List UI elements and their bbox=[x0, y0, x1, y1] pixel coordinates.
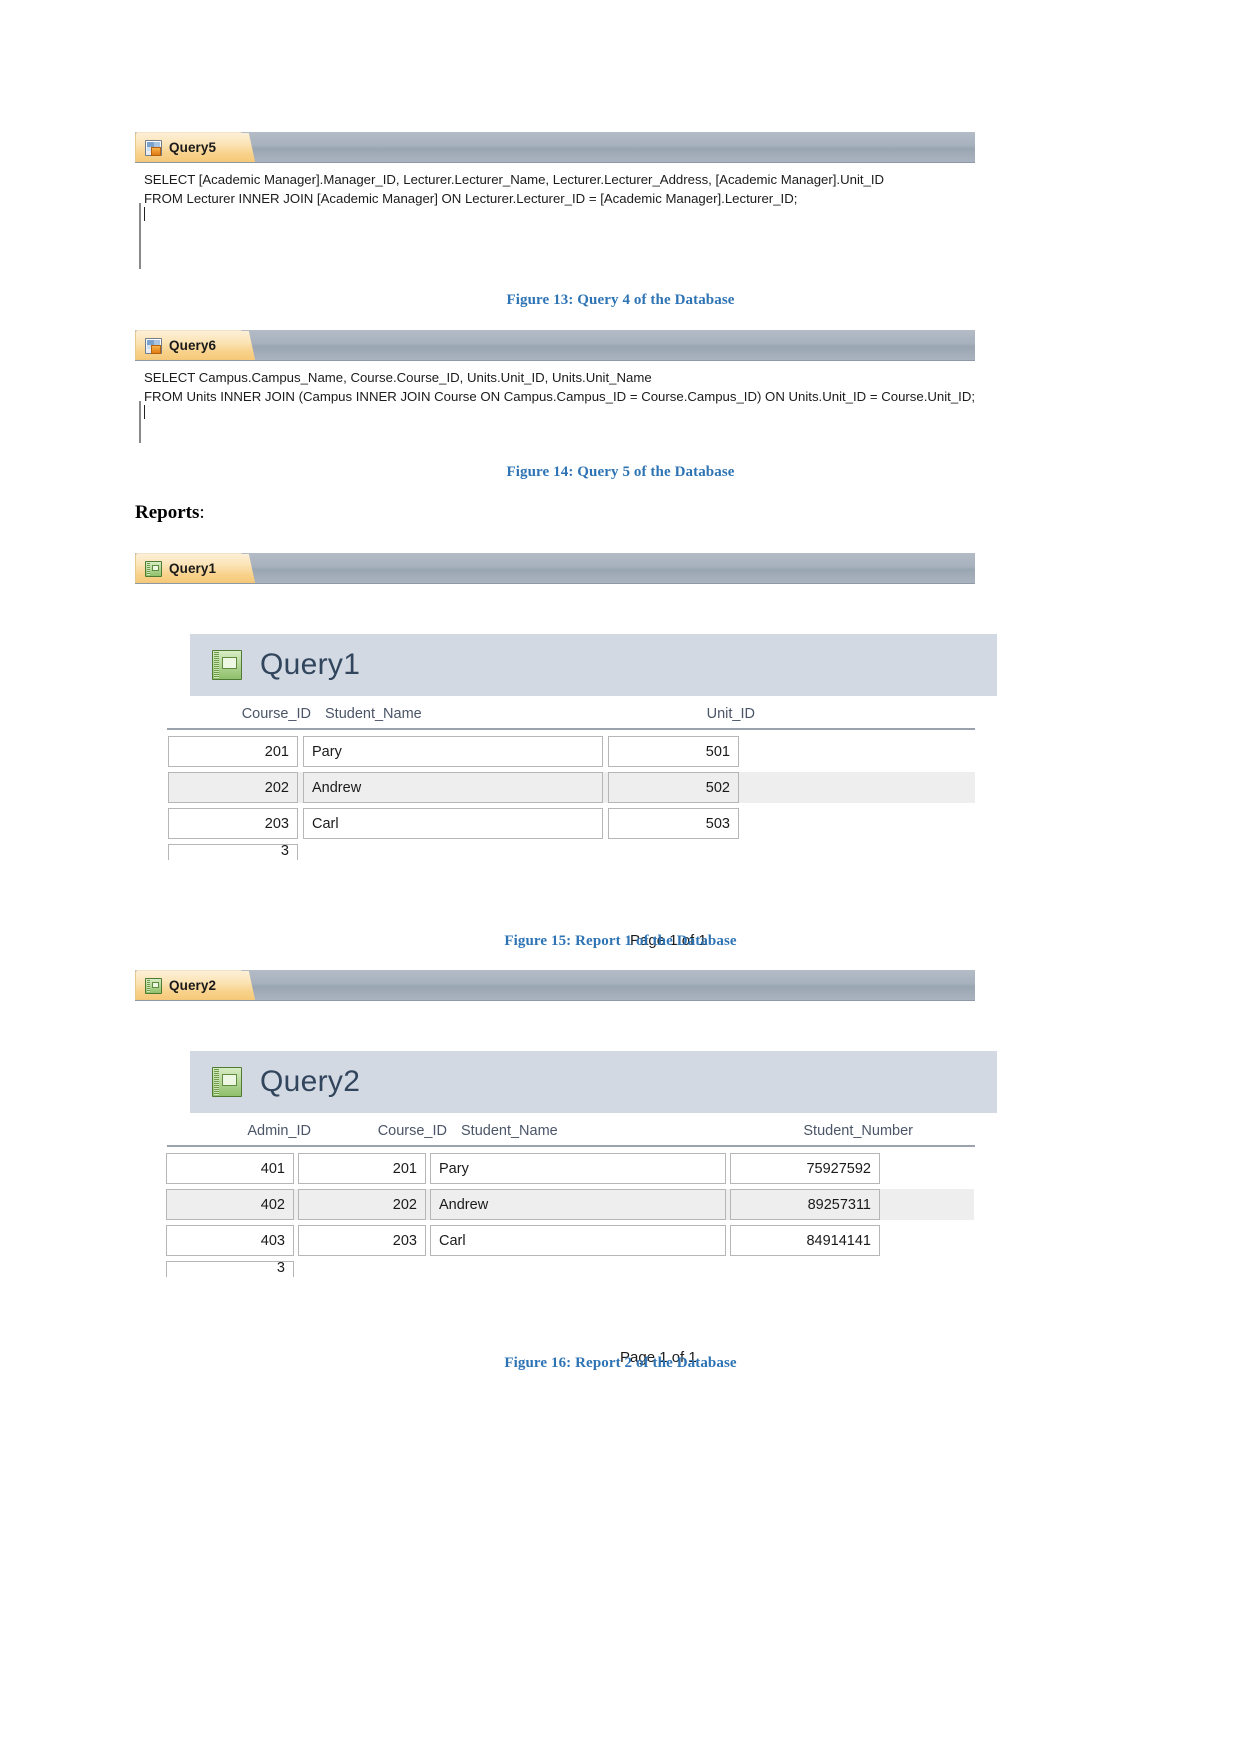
report-canvas-query1: Query1 Course_ID Student_Name Unit_ID 20… bbox=[135, 634, 997, 954]
report-canvas-query2: Query2 Admin_ID Course_ID Student_Name S… bbox=[135, 1051, 997, 1371]
sql-line-2: FROM Lecturer INNER JOIN [Academic Manag… bbox=[144, 191, 798, 206]
report-title-band: Query1 bbox=[190, 634, 997, 696]
figure-caption-16: Figure 16: Report 2 of the Database bbox=[504, 1355, 737, 1371]
report-icon bbox=[212, 650, 242, 680]
cell-student-name: Carl bbox=[430, 1225, 726, 1256]
cell-student-name: Andrew bbox=[303, 772, 603, 803]
sql-caret-line bbox=[135, 208, 975, 227]
figure-caption-15: Figure 15: Report 1 of the Database bbox=[504, 933, 737, 949]
cell-admin-id: 403 bbox=[166, 1225, 294, 1256]
report-title-band: Query2 bbox=[190, 1051, 997, 1113]
tab-query1[interactable]: Query1 bbox=[135, 553, 243, 583]
sql-left-margin-rule bbox=[139, 203, 141, 269]
access-report-window-query1: Query1 Query1 Course_ID Student_Name Uni… bbox=[135, 553, 997, 954]
cell-course-id: 203 bbox=[168, 808, 298, 839]
access-report-window-query2: Query2 Query2 Admin_ID Course_ID Student… bbox=[135, 970, 997, 1371]
query-icon bbox=[145, 337, 162, 354]
table-row[interactable]: 401 201 Pary 75927592 bbox=[166, 1153, 975, 1184]
table-row[interactable]: 403 203 Carl 84914141 bbox=[166, 1225, 975, 1256]
section-heading-colon: : bbox=[199, 502, 205, 523]
column-header-course-id: Course_ID bbox=[241, 706, 311, 722]
query-icon bbox=[145, 139, 162, 156]
tab-query6[interactable]: Query6 bbox=[135, 330, 243, 360]
sql-editor-query5[interactable]: SELECT [Academic Manager].Manager_ID, Le… bbox=[135, 163, 975, 280]
tabstrip-query1: Query1 bbox=[135, 553, 975, 584]
cell-student-number: 75927592 bbox=[730, 1153, 880, 1184]
tab-query2[interactable]: Query2 bbox=[135, 970, 243, 1000]
cell-course-id: 201 bbox=[298, 1153, 426, 1184]
cell-course-id: 201 bbox=[168, 736, 298, 767]
sql-line-2: FROM Units INNER JOIN (Campus INNER JOIN… bbox=[144, 389, 976, 404]
cell-student-name: Pary bbox=[430, 1153, 726, 1184]
cell-student-number: 84914141 bbox=[730, 1225, 880, 1256]
table-row[interactable]: 202 Andrew 502 bbox=[168, 772, 975, 803]
cell-unit-id: 501 bbox=[608, 736, 739, 767]
access-sql-window-query6: Query6 SELECT Campus.Campus_Name, Course… bbox=[135, 330, 975, 453]
table-row-partial[interactable]: 3 bbox=[168, 844, 975, 860]
report-icon bbox=[212, 1067, 242, 1097]
table-row-partial[interactable]: 3 bbox=[166, 1261, 975, 1277]
section-heading-reports: Reports: bbox=[135, 502, 205, 524]
cell-unit-id: 503 bbox=[608, 808, 739, 839]
cell-student-name: Carl bbox=[303, 808, 603, 839]
figure-caption-13: Figure 13: Query 4 of the Database bbox=[506, 292, 735, 308]
report-rows-query2: 401 201 Pary 75927592 402 202 Andrew 892… bbox=[166, 1147, 975, 1277]
column-header-student-name: Student_Name bbox=[325, 706, 422, 722]
cell-student-name: Andrew bbox=[430, 1189, 726, 1220]
tab-label: Query5 bbox=[169, 140, 217, 155]
report-title: Query1 bbox=[260, 648, 361, 681]
report-title: Query2 bbox=[260, 1065, 361, 1098]
report-column-headers: Course_ID Student_Name Unit_ID bbox=[167, 696, 975, 730]
column-header-course-id: Course_ID bbox=[377, 1123, 447, 1139]
sql-caret-line bbox=[135, 406, 975, 425]
sql-line-1: SELECT [Academic Manager].Manager_ID, Le… bbox=[144, 172, 885, 187]
figure-caption-14: Figure 14: Query 5 of the Database bbox=[506, 464, 735, 480]
tabstrip-query5: Query5 bbox=[135, 132, 975, 163]
cell-admin-id: 402 bbox=[166, 1189, 294, 1220]
cell-unit-id: 502 bbox=[608, 772, 739, 803]
tab-label: Query1 bbox=[169, 561, 217, 576]
sql-left-margin-rule bbox=[139, 401, 141, 443]
column-header-admin-id: Admin_ID bbox=[247, 1123, 311, 1139]
access-sql-window-query5: Query5 SELECT [Academic Manager].Manager… bbox=[135, 132, 975, 280]
section-heading-text: Reports bbox=[135, 502, 200, 523]
document-page: Query5 SELECT [Academic Manager].Manager… bbox=[0, 0, 1241, 1754]
tabstrip-query6: Query6 bbox=[135, 330, 975, 361]
cell-course-id: 202 bbox=[298, 1189, 426, 1220]
sql-editor-query6[interactable]: SELECT Campus.Campus_Name, Course.Course… bbox=[135, 361, 975, 453]
column-header-unit-id: Unit_ID bbox=[706, 706, 755, 722]
text-cursor bbox=[144, 405, 145, 419]
tab-label: Query2 bbox=[169, 978, 217, 993]
column-header-student-number: Student_Number bbox=[803, 1123, 913, 1139]
cell-admin-id: 401 bbox=[166, 1153, 294, 1184]
column-header-student-name: Student_Name bbox=[461, 1123, 558, 1139]
cell-student-name: Pary bbox=[303, 736, 603, 767]
cell-course-id: 203 bbox=[298, 1225, 426, 1256]
text-cursor bbox=[144, 207, 145, 221]
cell-course-id: 202 bbox=[168, 772, 298, 803]
report-icon bbox=[145, 560, 162, 577]
sql-line-1: SELECT Campus.Campus_Name, Course.Course… bbox=[144, 370, 652, 385]
table-row[interactable]: 402 202 Andrew 89257311 bbox=[166, 1189, 974, 1220]
report-column-headers: Admin_ID Course_ID Student_Name Student_… bbox=[167, 1113, 975, 1147]
report-icon bbox=[145, 977, 162, 994]
tab-query5[interactable]: Query5 bbox=[135, 132, 243, 162]
table-row[interactable]: 201 Pary 501 bbox=[168, 736, 975, 767]
cell-row-count: 3 bbox=[168, 844, 298, 860]
tabstrip-query2: Query2 bbox=[135, 970, 975, 1001]
cell-student-number: 89257311 bbox=[730, 1189, 880, 1220]
cell-row-count: 3 bbox=[166, 1261, 294, 1277]
report-rows-query1: 201 Pary 501 202 Andrew 502 203 Carl 503… bbox=[168, 730, 975, 860]
table-row[interactable]: 203 Carl 503 bbox=[168, 808, 975, 839]
tab-label: Query6 bbox=[169, 338, 217, 353]
